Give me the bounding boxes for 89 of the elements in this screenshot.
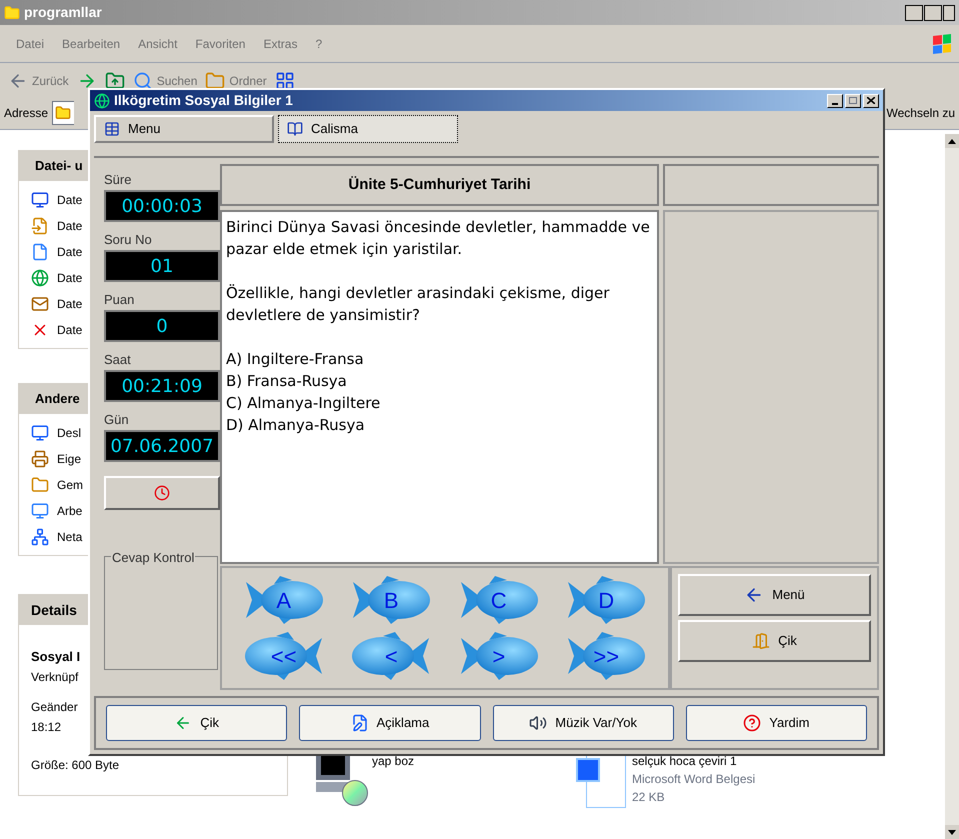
folder-icon	[55, 105, 72, 121]
go-label[interactable]: Wechseln zu	[886, 104, 955, 122]
lcd-display: 0	[104, 310, 220, 342]
question-icon	[743, 714, 762, 732]
windows-logo-icon	[933, 34, 951, 54]
folder-icon	[31, 476, 49, 494]
unit-title: Ünite 5-Cumhuriyet Tarihi	[220, 164, 659, 206]
address-field[interactable]	[52, 101, 74, 125]
task-link[interactable]: Desl	[31, 422, 87, 443]
file-arrow-icon	[31, 216, 49, 234]
tab[interactable]: Menu	[94, 115, 274, 144]
stat-label: Gün	[104, 411, 130, 429]
book-icon	[287, 121, 303, 138]
maximize-button[interactable]	[845, 94, 861, 108]
table-icon	[104, 121, 120, 138]
tab[interactable]: Calisma	[278, 115, 458, 144]
file-icon	[31, 242, 49, 260]
down-arrow-icon[interactable]	[948, 830, 956, 834]
file-type: Verknüpf	[31, 669, 78, 686]
lcd-display: 07.06.2007	[104, 430, 220, 462]
app-title: Ilkögretim Sosyal Bilgiler 1	[114, 91, 293, 110]
task-link[interactable]: Eige	[31, 448, 87, 469]
file-info: Microsoft Word Belgesi	[632, 771, 756, 788]
clock-icon	[154, 485, 170, 501]
close-button[interactable]	[943, 4, 955, 20]
stat-label: Saat	[104, 351, 132, 369]
folder-up-icon	[104, 71, 125, 91]
folder-icon	[4, 4, 20, 20]
close-icon	[867, 97, 875, 104]
answer-option: A) Ingiltere-Fransa	[226, 348, 653, 370]
door-icon	[752, 632, 770, 650]
answer-option: D) Almanya-Rusya	[226, 414, 653, 436]
panel-header[interactable]: Andere	[19, 384, 88, 414]
mail-icon	[31, 294, 49, 312]
file-name[interactable]: selçuk hoca çeviri 1	[632, 752, 756, 770]
globe-icon	[31, 268, 49, 286]
search-icon	[132, 71, 153, 91]
bottom-button[interactable]: Yardim	[686, 705, 867, 741]
clock-button[interactable]	[104, 476, 220, 510]
file-size: Größe: 600 Byte	[31, 757, 120, 774]
minimize-button[interactable]	[905, 4, 923, 20]
question-text: Birinci Dünya Savasi öncesinde devletler, hammadde ve pazar elde etmek için yaristilar.	[226, 217, 651, 260]
network-icon	[31, 528, 49, 546]
task-link[interactable]: Arbe	[31, 500, 87, 521]
panel-header[interactable]: Details	[19, 595, 89, 625]
task-link[interactable]: Date	[31, 267, 87, 288]
monitor-icon	[31, 190, 49, 208]
task-link[interactable]: Date	[31, 215, 87, 236]
lcd-display: 00:00:03	[104, 190, 220, 222]
toolbar-button[interactable]	[274, 71, 295, 91]
stat-label: Süre	[104, 171, 132, 189]
restore-button[interactable]	[924, 4, 942, 20]
window-title: programllar	[24, 3, 102, 22]
question-text: Özellikle, hangi devletler arasindaki çekisme, diger devletlere de yansimistir?	[226, 283, 610, 326]
bottom-button[interactable]: Çik	[106, 705, 288, 741]
speaker-icon	[529, 714, 548, 732]
lcd-display: 00:21:09	[104, 370, 220, 402]
up-arrow-icon[interactable]	[948, 138, 956, 144]
lcd-display: 01	[104, 250, 220, 282]
side-button[interactable]: Çik	[678, 620, 871, 662]
panel-header[interactable]: Datei- u	[19, 151, 88, 181]
globe-icon	[94, 92, 110, 109]
file-info: 22 KB	[632, 789, 666, 806]
modified-date: 18:12	[31, 719, 62, 736]
bottom-button[interactable]: Açiklama	[299, 705, 480, 741]
printer-icon	[31, 450, 49, 468]
monitor-icon	[31, 424, 49, 442]
answer-option: B) Fransa-Rusya	[226, 370, 653, 392]
task-link[interactable]: Date	[31, 293, 87, 314]
folder-icon	[205, 71, 226, 91]
bottom-button[interactable]: Müzik Var/Yok	[492, 705, 674, 741]
grid-icon	[274, 71, 295, 91]
task-link[interactable]: Gem	[31, 474, 87, 495]
pen-document-icon	[350, 714, 368, 732]
file-name: Sosyal I	[31, 648, 80, 666]
answer-option: C) Almanya-Ingiltere	[226, 392, 653, 414]
scrollbar[interactable]	[945, 134, 959, 839]
monitor-icon	[31, 502, 49, 520]
modified-date: Geänder	[31, 699, 78, 716]
address-label: Adresse	[4, 105, 48, 122]
stat-label: Soru No	[104, 231, 153, 249]
task-link[interactable]: Date	[31, 189, 87, 210]
stat-label: Puan	[104, 291, 136, 309]
side-button[interactable]: Menü	[678, 574, 871, 616]
toolbar-button[interactable]	[104, 71, 125, 91]
task-link[interactable]: Date	[31, 319, 87, 340]
file-name[interactable]: yap boz	[372, 752, 414, 770]
task-link[interactable]: Date	[31, 241, 87, 262]
task-link[interactable]: Neta	[31, 526, 87, 547]
